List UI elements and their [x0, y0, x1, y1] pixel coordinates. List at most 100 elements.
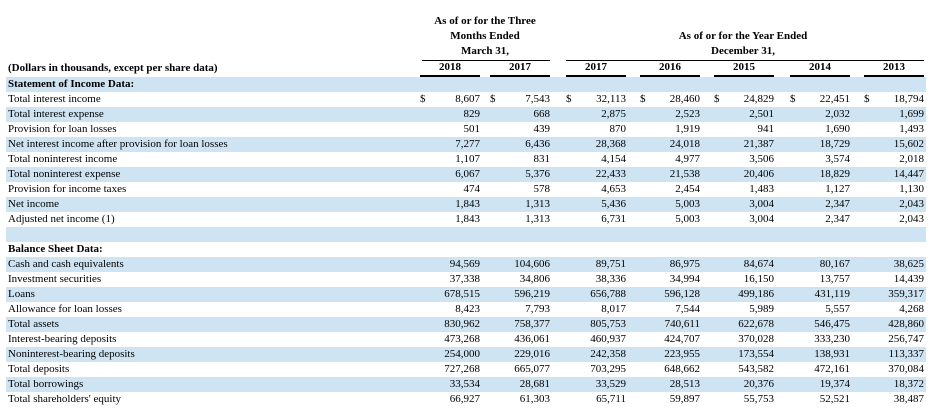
table-row: Total interest expense 829 668 2,875 2,523 2,…: [6, 107, 926, 122]
cell-value: 15,602: [893, 138, 924, 150]
section-title: Statement of Income Data:: [8, 78, 135, 90]
value-cell: 4,154: [566, 152, 626, 167]
value-cell: 499,186: [714, 287, 774, 302]
table-row: Provision for loan losses 501 439 870 1,919 9…: [6, 122, 926, 137]
cell-value: 65,711: [596, 393, 626, 405]
value-cell: 829: [420, 107, 481, 122]
value-cell: 80,167: [790, 257, 850, 272]
value-cell: 2,043: [864, 212, 924, 227]
cell-value: 66,927: [449, 393, 480, 405]
value-cell: 1,919: [640, 122, 700, 137]
cell-value: 28,368: [595, 138, 626, 150]
row-label: Net income: [8, 198, 60, 210]
cell-value: 7,793: [525, 303, 550, 315]
cell-value: 14,447: [893, 168, 924, 180]
row-label: Adjusted net income (1): [8, 213, 115, 225]
cell-value: 223,955: [664, 348, 700, 360]
value-cell: 359,317: [864, 287, 924, 302]
value-cell: 2,501: [714, 107, 774, 122]
table-row: Cash and cash equivalents 94,569 104,606 89…: [6, 257, 926, 272]
cell-value: 870: [609, 123, 627, 135]
value-cell: 22,433: [566, 167, 626, 182]
value-cell: 370,084: [864, 362, 924, 377]
cell-value: 38,336: [595, 273, 626, 285]
value-cell: 254,000: [420, 347, 480, 362]
units-label: (Dollars in thousands, except per share …: [8, 62, 218, 74]
cell-value: 668: [533, 108, 551, 120]
cell-value: 678,515: [444, 288, 480, 300]
header-line: As of or for the Year Ended: [678, 30, 808, 42]
value-cell: 1,127: [790, 182, 850, 197]
cell-value: 28,681: [519, 378, 550, 390]
value-cell: 424,707: [640, 332, 700, 347]
year-header-2017: 2017: [585, 61, 607, 73]
value-cell: 256,747: [864, 332, 924, 347]
cell-value: 648,662: [664, 363, 700, 375]
table-row: Total shareholders' equity 66,927 61,303 65…: [6, 392, 926, 407]
value-cell: 2,043: [864, 197, 924, 212]
cell-value: 254,000: [444, 348, 480, 360]
value-cell: 5,557: [790, 302, 850, 317]
value-cell: 665,077: [490, 362, 550, 377]
value-cell: 7,544: [640, 302, 700, 317]
value-cell: 13,757: [790, 272, 850, 287]
cell-value: 3,506: [749, 153, 774, 165]
value-cell: 3,574: [790, 152, 850, 167]
cell-value: 59,897: [669, 393, 700, 405]
cell-value: 34,994: [669, 273, 700, 285]
cell-value: 596,219: [514, 288, 550, 300]
cell-value: 24,829: [743, 93, 774, 105]
cell-value: 501: [463, 123, 481, 135]
value-cell: 15,602: [864, 137, 924, 152]
table-row: Net income 1,843 1,313 5,436 5,003 3,004 2,347…: [6, 197, 926, 212]
value-cell: 1,843: [420, 212, 480, 227]
value-cell: 439: [490, 122, 551, 137]
cell-value: 4,268: [899, 303, 924, 315]
table-row: Noninterest-bearing deposits 254,000 229,0…: [6, 347, 926, 362]
value-cell: 941: [714, 122, 775, 137]
table-row: Total deposits 727,268 665,077 703,295 648,6…: [6, 362, 926, 377]
cell-value: 359,317: [888, 288, 924, 300]
value-cell: 84,674: [714, 257, 774, 272]
header-line: As of or for the Three: [434, 15, 536, 27]
value-cell: 18,829: [790, 167, 850, 182]
value-cell: 14,439: [864, 272, 924, 287]
cell-value: 32,113: [596, 93, 626, 105]
table-row: Provision for income taxes 474 578 4,653 2,4…: [6, 182, 926, 197]
currency-symbol: $: [420, 93, 426, 105]
value-cell: 4,977: [640, 152, 700, 167]
value-cell: 14,447: [864, 167, 924, 182]
value-cell: 86,975: [640, 257, 700, 272]
cell-value: 52,521: [819, 393, 850, 405]
cell-value: 22,451: [819, 93, 850, 105]
value-cell: 5,003: [640, 197, 700, 212]
table-row: Interest-bearing deposits 473,268 436,061 4…: [6, 332, 926, 347]
value-cell: 16,150: [714, 272, 774, 287]
cell-value: 18,729: [819, 138, 850, 150]
value-cell: 870: [566, 122, 627, 137]
value-cell: 805,753: [566, 317, 626, 332]
cell-value: 1,130: [899, 183, 924, 195]
value-cell: 3,506: [714, 152, 774, 167]
financial-data-table: As of or for the Three Months Ended Marc…: [0, 0, 930, 408]
row-label: Provision for income taxes: [8, 183, 127, 195]
value-cell: 6,731: [566, 212, 626, 227]
cell-value: 89,751: [595, 258, 626, 270]
value-cell: 5,989: [714, 302, 774, 317]
cell-value: 5,557: [825, 303, 850, 315]
cell-value: 831: [533, 153, 551, 165]
year-header-2014: 2014: [809, 61, 831, 73]
section-title-row: Balance Sheet Data:: [6, 242, 926, 257]
value-cell: 38,336: [566, 272, 626, 287]
value-cell: 66,927: [420, 392, 480, 407]
cell-value: 370,084: [888, 363, 924, 375]
cell-value: 4,154: [601, 153, 626, 165]
value-cell: 7,277: [420, 137, 480, 152]
cell-value: 33,534: [449, 378, 480, 390]
cell-value: 20,376: [743, 378, 774, 390]
value-cell: 89,751: [566, 257, 626, 272]
cell-value: 6,436: [525, 138, 550, 150]
value-cell: 648,662: [640, 362, 700, 377]
cell-value: 14,439: [893, 273, 924, 285]
value-cell: 2,875: [566, 107, 626, 122]
